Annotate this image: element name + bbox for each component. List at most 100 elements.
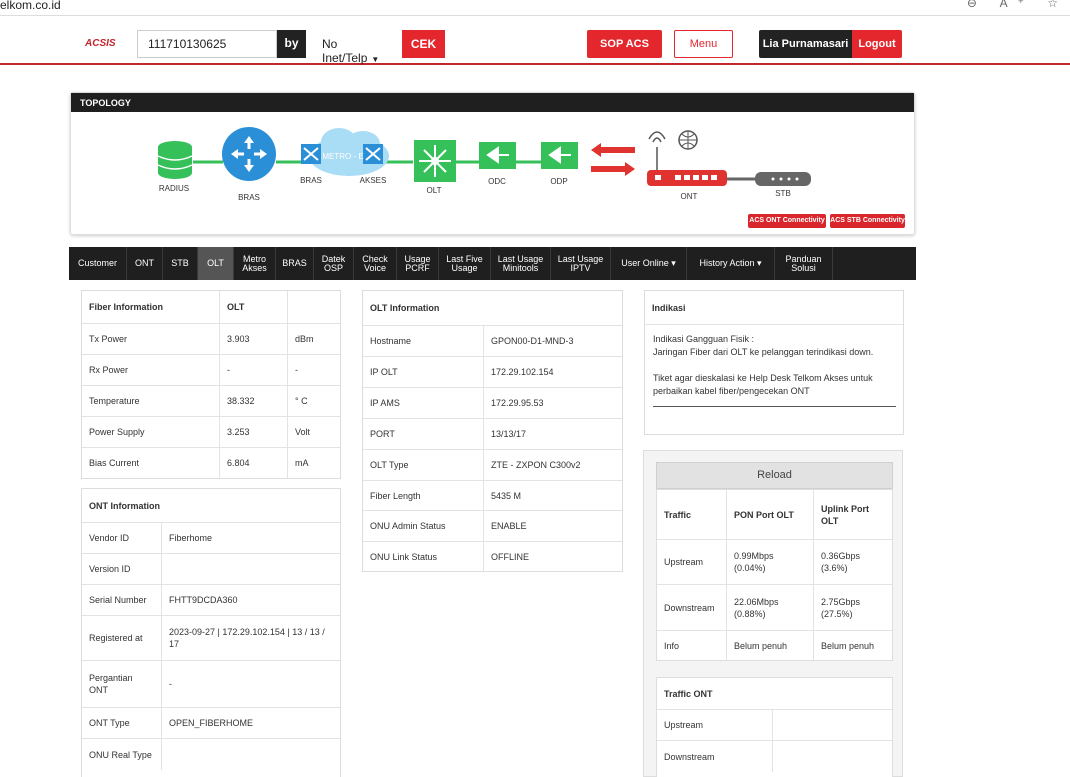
akses-label: AKSES xyxy=(359,176,387,185)
fiber-unit: dBm xyxy=(295,334,314,344)
ont-key: Registered at xyxy=(82,616,162,660)
olt-value: 5435 M xyxy=(491,490,522,501)
app-header: ACSIS 111710130625 by No Inet/Telp ▼ CEK … xyxy=(0,16,1070,65)
indikasi-title: Indikasi xyxy=(652,302,686,313)
fiber-key: Rx Power xyxy=(82,355,220,385)
tab-user-online[interactable]: User Online ▾ xyxy=(611,247,687,280)
olt-label: OLT xyxy=(426,186,442,195)
tab-stb[interactable]: STB xyxy=(163,247,198,280)
traffic-value: 22.06Mbps (0.88%) xyxy=(727,585,814,630)
table-row: Info Belum penuh Belum penuh xyxy=(657,631,892,660)
fiber-unit: ° C xyxy=(295,396,308,406)
table-row: Registered at 2023-09-27 | 172.29.102.15… xyxy=(82,616,340,661)
traffic-ont-value xyxy=(773,710,892,740)
odc-label: ODC xyxy=(488,177,506,186)
fiber-value: 6.804 xyxy=(220,448,288,478)
olt-value: 172.29.102.154 xyxy=(491,367,554,377)
ont-value: - xyxy=(169,679,172,689)
browser-url[interactable]: elkom.co.id xyxy=(0,0,61,11)
fiber-key: Bias Current xyxy=(82,448,220,478)
tab-history-action[interactable]: History Action ▾ xyxy=(687,247,775,280)
indikasi-body: Indikasi Gangguan Fisik : Jaringan Fiber… xyxy=(645,325,903,415)
tab-last-five-usage[interactable]: Last Five Usage xyxy=(439,247,491,280)
traffic-header: Uplink Port OLT xyxy=(821,503,870,526)
table-row: OLT Type ZTE - ZXPON C300v2 xyxy=(363,450,622,481)
chevron-down-icon: ▼ xyxy=(371,55,380,64)
olt-key: IP AMS xyxy=(363,388,484,418)
indikasi-line-2: Jaringan Fiber dari OLT ke pelanggan ter… xyxy=(653,347,874,357)
acsis-logo[interactable]: ACSIS xyxy=(85,38,116,49)
tab-ont[interactable]: ONT xyxy=(127,247,163,280)
traffic-header: Traffic xyxy=(657,490,727,539)
table-header: OLT Information xyxy=(363,291,622,326)
menu-button[interactable]: Menu xyxy=(674,30,733,58)
fiber-header-olt: OLT xyxy=(220,291,288,323)
ont-key: Pergantian ONT xyxy=(82,661,162,707)
olt-key: PORT xyxy=(363,419,484,449)
indikasi-line-1: Indikasi Gangguan Fisik : xyxy=(653,334,755,344)
table-row: Pergantian ONT - xyxy=(82,661,340,708)
tab-last-usage-minitools[interactable]: Last Usage Minitools xyxy=(491,247,551,280)
tab-usage-pcrf[interactable]: Usage PCRF xyxy=(397,247,439,280)
search-type-value: No Inet/Telp xyxy=(322,37,368,65)
table-row: Version ID xyxy=(82,554,340,585)
olt-icon xyxy=(414,140,456,182)
tab-customer[interactable]: Customer xyxy=(69,247,127,280)
tab-metro-akses[interactable]: Metro Akses xyxy=(234,247,276,280)
tab-check-voice[interactable]: Check Voice xyxy=(354,247,397,280)
traffic-value: 2.75Gbps (27.5%) xyxy=(821,596,861,619)
table-row: Tx Power 3.903 dBm xyxy=(82,324,340,355)
acs-stb-connectivity-button[interactable]: ACS STB Connectivity xyxy=(830,214,905,228)
reload-button[interactable]: Reload xyxy=(656,462,893,489)
fiber-header-unit xyxy=(288,291,340,323)
tab-bar: Customer ONT STB OLT Metro Akses BRAS Da… xyxy=(69,247,916,280)
traffic-ont-value xyxy=(773,741,892,772)
tab-datek-osp[interactable]: Datek OSP xyxy=(314,247,354,280)
odp-icon xyxy=(541,142,578,169)
tab-panduan-solusi[interactable]: Panduan Solusi xyxy=(775,247,833,280)
topology-title: TOPOLOGY xyxy=(71,93,914,112)
table-row: Rx Power - - xyxy=(82,355,340,386)
cek-button[interactable]: CEK xyxy=(402,30,445,58)
tab-last-usage-iptv[interactable]: Last Usage IPTV xyxy=(551,247,611,280)
ont-value: 2023-09-27 | 172.29.102.154 | 13 / 13 / … xyxy=(169,627,325,649)
browser-url-bar: elkom.co.id ⊖ A⁺ ☆ xyxy=(0,0,1070,16)
logout-button[interactable]: Logout xyxy=(852,30,902,58)
browser-toolbar-icons[interactable]: ⊖ A⁺ ☆ xyxy=(967,0,1068,10)
tab-olt[interactable]: OLT xyxy=(198,247,234,280)
traffic-value: Belum penuh xyxy=(821,640,875,651)
divider xyxy=(653,406,896,407)
table-row: Upstream 0.99Mbps (0.04%) 0.36Gbps (3.6%… xyxy=(657,540,892,585)
ont-information-table: ONT Information Vendor ID Fiberhome Vers… xyxy=(81,488,341,777)
olt-information-table: OLT Information Hostname GPON00-D1-MND-3… xyxy=(362,290,623,572)
table-row: ONT Type OPEN_FIBERHOME xyxy=(82,708,340,739)
user-name-button[interactable]: Lia Purnamasari xyxy=(759,30,852,58)
search-type-select[interactable]: No Inet/Telp ▼ xyxy=(310,30,402,65)
table-row: ONU Link Status OFFLINE xyxy=(363,542,622,572)
traffic-table: Traffic PON Port OLT Uplink Port OLT Ups… xyxy=(656,489,893,661)
table-header: Indikasi xyxy=(645,291,903,325)
tab-bras[interactable]: BRAS xyxy=(276,247,314,280)
olt-key: OLT Type xyxy=(363,450,484,480)
radius-label: RADIUS xyxy=(158,184,190,193)
table-row: IP OLT 172.29.102.154 xyxy=(363,357,622,388)
fiber-value: 38.332 xyxy=(220,386,288,416)
table-header: Traffic PON Port OLT Uplink Port OLT xyxy=(657,490,892,540)
fiber-header-label: Fiber Information xyxy=(82,291,220,323)
table-row: Downstream 22.06Mbps (0.88%) 2.75Gbps (2… xyxy=(657,585,892,631)
stb-icon xyxy=(755,172,811,186)
traffic-value: 0.36Gbps (3.6%) xyxy=(821,551,861,573)
fiber-key: Power Supply xyxy=(82,417,220,447)
fiber-value: - xyxy=(220,355,288,385)
fiber-key: Tx Power xyxy=(82,324,220,354)
olt-key: Hostname xyxy=(363,326,484,356)
search-input[interactable]: 111710130625 xyxy=(137,30,277,58)
table-row: Temperature 38.332 ° C xyxy=(82,386,340,417)
fiber-value: 3.903 xyxy=(220,324,288,354)
sop-acs-button[interactable]: SOP ACS xyxy=(587,30,662,58)
table-row: Hostname GPON00-D1-MND-3 xyxy=(363,326,622,357)
traffic-header: PON Port OLT xyxy=(727,490,814,539)
traffic-ont-table: Traffic ONT Upstream Downstream xyxy=(656,677,893,777)
acs-ont-connectivity-button[interactable]: ACS ONT Connectivity xyxy=(748,214,826,228)
traffic-ont-title: Traffic ONT xyxy=(664,688,713,699)
